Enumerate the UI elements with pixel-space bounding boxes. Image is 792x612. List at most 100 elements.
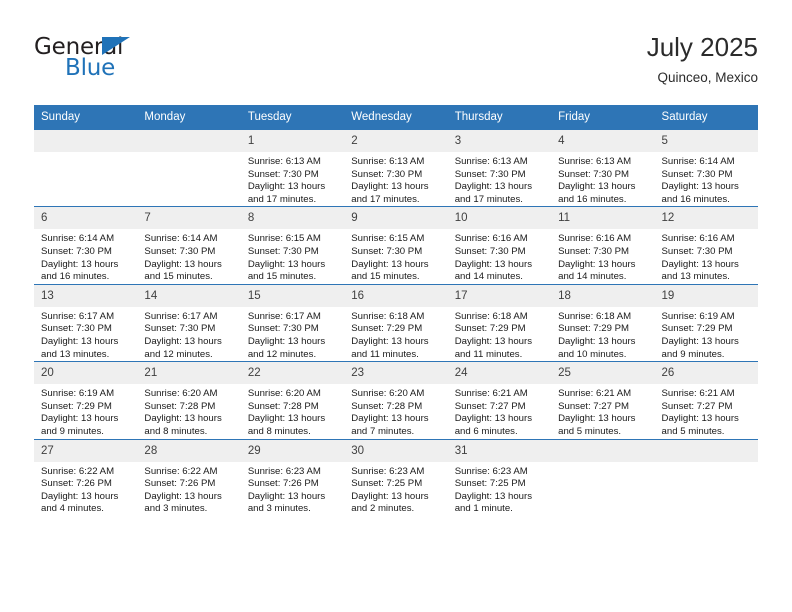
calendar-day-cell[interactable]: 10 Sunrise: 6:16 AM Sunset: 7:30 PM Dayligh… xyxy=(447,206,552,285)
day-details: Sunrise: 6:18 AM Sunset: 7:29 PM Daylight:… xyxy=(344,307,447,361)
sunset-text: Sunset: 7:30 PM xyxy=(247,245,319,257)
day-details: Sunrise: 6:21 AM Sunset: 7:27 PM Daylight:… xyxy=(551,384,654,438)
sunrise-text: Sunrise: 6:14 AM xyxy=(144,233,218,245)
daylight-text-line2: and 13 minutes. xyxy=(661,271,730,283)
calendar-day-cell[interactable]: 7 Sunrise: 6:14 AM Sunset: 7:30 PM Daylight… xyxy=(137,206,241,285)
calendar-day-cell[interactable]: 29 Sunrise: 6:23 AM Sunset: 7:26 PM Dayligh… xyxy=(240,438,345,516)
calendar-day-cell[interactable]: 3 Sunrise: 6:13 AM Sunset: 7:30 PM Daylight… xyxy=(447,128,552,207)
day-details: Sunrise: 6:21 AM Sunset: 7:27 PM Daylight:… xyxy=(655,384,758,438)
page-title: July 2025 xyxy=(646,32,758,62)
calendar-day-cell[interactable]: 9 Sunrise: 6:15 AM Sunset: 7:30 PM Daylight… xyxy=(344,206,448,285)
daylight-text-line1: Daylight: 13 hours xyxy=(454,335,533,347)
calendar-day-cell[interactable]: 5 Sunrise: 6:14 AM Sunset: 7:30 PM Daylight… xyxy=(654,128,758,207)
calendar-day-cell-empty xyxy=(551,438,655,516)
day-number: 27 xyxy=(34,439,138,462)
daylight-text-line1: Daylight: 13 hours xyxy=(247,335,326,347)
day-number xyxy=(34,130,138,152)
calendar-day-cell[interactable]: 16 Sunrise: 6:18 AM Sunset: 7:29 PM Dayligh… xyxy=(344,283,448,362)
daylight-text-line2: and 15 minutes. xyxy=(351,271,420,283)
day-number: 16 xyxy=(344,284,448,307)
sunset-text: Sunset: 7:25 PM xyxy=(454,478,526,490)
calendar-day-cell[interactable]: 20 Sunrise: 6:19 AM Sunset: 7:29 PM Dayligh… xyxy=(34,361,138,439)
calendar-day-cell[interactable]: 2 Sunrise: 6:13 AM Sunset: 7:30 PM Daylight… xyxy=(344,128,448,207)
sunrise-text: Sunrise: 6:17 AM xyxy=(247,310,321,322)
sunset-text: Sunset: 7:30 PM xyxy=(144,323,216,335)
calendar-day-cell[interactable]: 24 Sunrise: 6:21 AM Sunset: 7:27 PM Dayligh… xyxy=(447,361,552,439)
day-number: 1 xyxy=(240,130,345,152)
calendar-day-cell[interactable]: 21 Sunrise: 6:20 AM Sunset: 7:28 PM Dayligh… xyxy=(137,361,241,439)
calendar-day-cell[interactable]: 17 Sunrise: 6:18 AM Sunset: 7:29 PM Dayligh… xyxy=(447,283,552,362)
day-number: 6 xyxy=(34,207,138,230)
day-number: 24 xyxy=(447,362,552,385)
day-details: Sunrise: 6:14 AM Sunset: 7:30 PM Daylight:… xyxy=(34,229,137,283)
sunrise-text: Sunrise: 6:14 AM xyxy=(661,156,735,167)
day-number: 13 xyxy=(34,284,138,307)
sunrise-text: Sunrise: 6:18 AM xyxy=(351,310,425,322)
sunrise-text: Sunrise: 6:20 AM xyxy=(351,388,425,400)
sunrise-text: Sunrise: 6:20 AM xyxy=(247,388,321,400)
day-number: 8 xyxy=(240,207,345,230)
daylight-text-line1: Daylight: 13 hours xyxy=(454,490,533,502)
calendar-week-row: 1 Sunrise: 6:13 AM Sunset: 7:30 PM Daylight… xyxy=(34,128,758,207)
sunset-text: Sunset: 7:29 PM xyxy=(661,323,733,335)
calendar-day-cell[interactable]: 23 Sunrise: 6:20 AM Sunset: 7:28 PM Dayligh… xyxy=(344,361,448,439)
day-details: Sunrise: 6:13 AM Sunset: 7:30 PM Daylight:… xyxy=(344,152,447,206)
calendar-day-cell[interactable]: 19 Sunrise: 6:19 AM Sunset: 7:29 PM Dayligh… xyxy=(654,283,758,362)
calendar-day-cell[interactable]: 25 Sunrise: 6:21 AM Sunset: 7:27 PM Dayligh… xyxy=(551,361,655,439)
day-details: Sunrise: 6:22 AM Sunset: 7:26 PM Daylight:… xyxy=(137,462,240,516)
calendar-day-cell[interactable]: 31 Sunrise: 6:23 AM Sunset: 7:25 PM Dayligh… xyxy=(447,438,552,516)
day-details: Sunrise: 6:17 AM Sunset: 7:30 PM Daylight:… xyxy=(137,307,240,361)
sunrise-text: Sunrise: 6:16 AM xyxy=(661,233,735,245)
sunset-text: Sunset: 7:29 PM xyxy=(41,400,112,412)
sunrise-text: Sunrise: 6:16 AM xyxy=(558,233,632,245)
calendar-day-cell[interactable]: 8 Sunrise: 6:15 AM Sunset: 7:30 PM Daylight… xyxy=(240,206,345,285)
sunset-text: Sunset: 7:27 PM xyxy=(454,400,526,412)
daylight-text-line1: Daylight: 13 hours xyxy=(247,413,326,425)
calendar-day-cell[interactable]: 14 Sunrise: 6:17 AM Sunset: 7:30 PM Dayligh… xyxy=(137,283,241,362)
day-number xyxy=(137,130,241,152)
daylight-text-line2: and 14 minutes. xyxy=(454,271,523,283)
calendar-day-cell[interactable]: 26 Sunrise: 6:21 AM Sunset: 7:27 PM Dayligh… xyxy=(654,361,758,439)
daylight-text-line2: and 11 minutes. xyxy=(351,348,419,360)
calendar-day-cell[interactable]: 1 Sunrise: 6:13 AM Sunset: 7:30 PM Daylight… xyxy=(240,128,345,207)
daylight-text-line1: Daylight: 13 hours xyxy=(661,181,739,193)
calendar-day-cell[interactable]: 13 Sunrise: 6:17 AM Sunset: 7:30 PM Dayligh… xyxy=(34,283,138,362)
sunrise-text: Sunrise: 6:19 AM xyxy=(41,388,115,400)
sunset-text: Sunset: 7:30 PM xyxy=(41,245,112,257)
daylight-text-line2: and 13 minutes. xyxy=(41,348,110,360)
daylight-text-line1: Daylight: 13 hours xyxy=(144,258,222,270)
sunset-text: Sunset: 7:30 PM xyxy=(454,168,526,180)
weekday-header-sunday: Sunday xyxy=(34,105,138,130)
calendar-day-cell[interactable]: 11 Sunrise: 6:16 AM Sunset: 7:30 PM Dayligh… xyxy=(551,206,655,285)
day-details: Sunrise: 6:20 AM Sunset: 7:28 PM Daylight:… xyxy=(137,384,240,438)
day-number: 5 xyxy=(654,130,758,152)
calendar-day-cell[interactable]: 28 Sunrise: 6:22 AM Sunset: 7:26 PM Dayligh… xyxy=(137,438,241,516)
daylight-text-line2: and 17 minutes. xyxy=(454,193,523,205)
sunrise-text: Sunrise: 6:15 AM xyxy=(247,233,321,245)
daylight-text-line2: and 4 minutes. xyxy=(41,503,104,515)
calendar-day-cell[interactable]: 22 Sunrise: 6:20 AM Sunset: 7:28 PM Dayligh… xyxy=(240,361,345,439)
daylight-text-line1: Daylight: 13 hours xyxy=(247,258,326,270)
sunrise-text: Sunrise: 6:21 AM xyxy=(558,388,632,400)
sunset-text: Sunset: 7:30 PM xyxy=(558,245,630,257)
calendar-day-cell[interactable]: 30 Sunrise: 6:23 AM Sunset: 7:25 PM Dayligh… xyxy=(344,438,448,516)
sunset-text: Sunset: 7:28 PM xyxy=(247,400,319,412)
weekday-header-tuesday: Tuesday xyxy=(240,105,345,130)
daylight-text-line2: and 17 minutes. xyxy=(247,193,317,205)
calendar-day-cell[interactable]: 12 Sunrise: 6:16 AM Sunset: 7:30 PM Dayligh… xyxy=(654,206,758,285)
sunrise-text: Sunrise: 6:13 AM xyxy=(454,156,528,167)
calendar-day-cell[interactable]: 27 Sunrise: 6:22 AM Sunset: 7:26 PM Dayligh… xyxy=(34,438,138,516)
calendar-day-cell[interactable]: 6 Sunrise: 6:14 AM Sunset: 7:30 PM Daylight… xyxy=(34,206,138,285)
daylight-text-line2: and 2 minutes. xyxy=(351,503,415,515)
daylight-text-line1: Daylight: 13 hours xyxy=(41,490,119,502)
day-details: Sunrise: 6:13 AM Sunset: 7:30 PM Daylight:… xyxy=(448,152,551,206)
daylight-text-line1: Daylight: 13 hours xyxy=(144,490,222,502)
day-details: Sunrise: 6:18 AM Sunset: 7:29 PM Daylight:… xyxy=(448,307,551,361)
calendar-day-cell[interactable]: 15 Sunrise: 6:17 AM Sunset: 7:30 PM Dayligh… xyxy=(240,283,345,362)
daylight-text-line2: and 15 minutes. xyxy=(247,271,317,283)
calendar-day-cell[interactable]: 4 Sunrise: 6:13 AM Sunset: 7:30 PM Daylight… xyxy=(551,128,655,207)
day-number: 28 xyxy=(137,439,241,462)
daylight-text-line2: and 6 minutes. xyxy=(454,425,518,437)
day-number: 20 xyxy=(34,362,138,385)
calendar-day-cell[interactable]: 18 Sunrise: 6:18 AM Sunset: 7:29 PM Dayligh… xyxy=(551,283,655,362)
